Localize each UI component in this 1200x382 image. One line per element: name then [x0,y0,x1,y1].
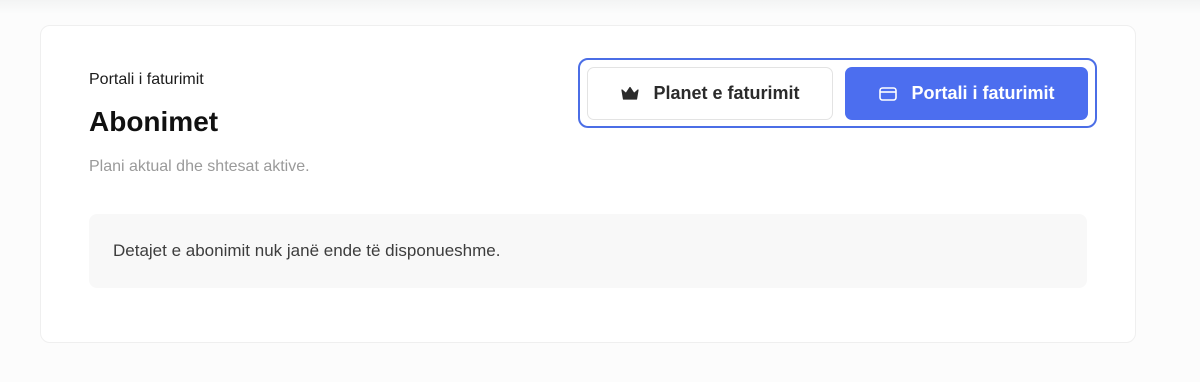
billing-plans-button[interactable]: Planet e faturimit [587,67,833,120]
page-title: Abonimet [89,106,219,137]
billing-portal-button[interactable]: Portali i faturimit [845,67,1088,120]
breadcrumb: Portali i faturimit [89,71,204,88]
billing-portal-label: Portali i faturimit [911,83,1055,103]
notice-text: Detajet e abonimit nuk janë ende të disp… [113,241,501,260]
credit-card-icon [878,84,898,104]
billing-plans-label: Planet e faturimit [653,83,800,103]
subscription-notice: Detajet e abonimit nuk janë ende të disp… [89,214,1087,288]
page-subtitle: Plani aktual dhe shtesat aktive. [89,158,310,175]
subscriptions-card: Portali i faturimit Abonimet Plani aktua… [40,25,1136,343]
billing-actions-group: Planet e faturimit Portali i faturimit [578,58,1097,128]
top-bar [0,0,1200,14]
crown-icon [620,84,640,104]
